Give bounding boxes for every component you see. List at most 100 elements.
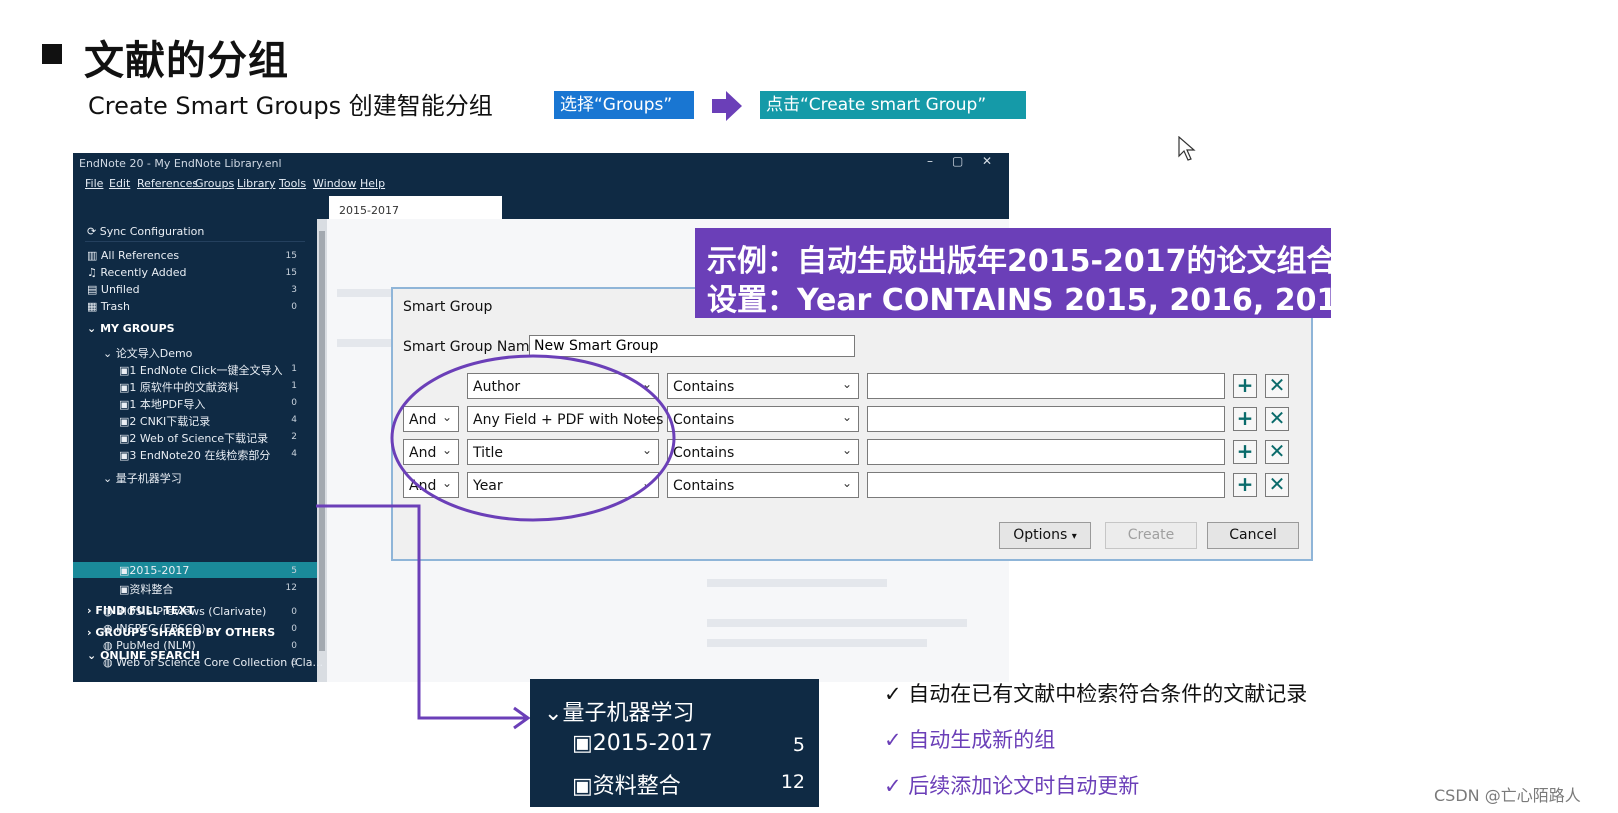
smart-group-icon: ▣ <box>572 731 593 756</box>
check-icon: ✓ <box>884 774 909 798</box>
sync-icon: ⟳ <box>87 225 97 238</box>
inset-count: 5 <box>792 734 805 756</box>
operator-select-row2[interactable]: Contains ⌄ <box>667 406 859 432</box>
remove-row-button[interactable]: ✕ <box>1265 440 1289 464</box>
chevron-down-icon: ⌄ <box>841 443 852 457</box>
chevron-down-icon: ⌄ <box>841 377 852 391</box>
group-item[interactable]: ▣2 CNKI下载记录 <box>119 413 210 429</box>
dialog-title: Smart Group <box>403 299 493 315</box>
group-icon: ▣ <box>119 449 130 462</box>
count: 3 <box>291 285 297 295</box>
sidebar-scrollbar[interactable] <box>317 219 327 682</box>
options-button[interactable]: Options ▾ <box>999 522 1091 549</box>
my-groups-header[interactable]: ⌄ MY GROUPS <box>87 322 175 335</box>
add-row-button[interactable]: + <box>1233 440 1257 464</box>
sidebar-item-all-references[interactable]: ▥ All References <box>87 249 179 262</box>
group-item[interactable]: ▣2 Web of Science下载记录 <box>119 430 268 446</box>
inset-group-ziliao: ▣资料整合 <box>572 774 681 799</box>
scroll-thumb[interactable] <box>319 231 325 651</box>
chevron-down-icon: ⌄ <box>87 649 97 662</box>
menu-tools[interactable]: Tools <box>279 177 306 190</box>
selected-row-highlight <box>73 562 317 578</box>
feature-item: ✓ 后续添加论文时自动更新 <box>884 774 1140 798</box>
count: 15 <box>285 268 297 278</box>
value-input-row3[interactable] <box>867 439 1225 465</box>
step-select-groups: 选择“Groups” <box>554 91 694 119</box>
create-button[interactable]: Create <box>1105 522 1197 549</box>
smart-group-2015-2017[interactable]: ▣2015-2017 <box>119 564 189 577</box>
feature-item: ✓ 自动在已有文献中检索符合条件的文献记录 <box>884 682 1308 706</box>
remove-row-button[interactable]: ✕ <box>1265 407 1289 431</box>
group-set-lunwen[interactable]: ⌄ 论文导入Demo <box>103 345 192 361</box>
slide-title: 文献的分组 <box>84 38 289 84</box>
close-window-button[interactable]: ✕ <box>982 154 992 168</box>
operator-select-row1[interactable]: Contains ⌄ <box>667 373 859 399</box>
group-item[interactable]: ▣1 本地PDF导入 <box>119 396 205 412</box>
menu-file[interactable]: File <box>85 177 103 190</box>
menu-library[interactable]: Library <box>237 177 275 190</box>
maximize-button[interactable]: ▢ <box>952 154 963 168</box>
operator-select-row3[interactable]: Contains ⌄ <box>667 439 859 465</box>
chevron-down-icon: ⌄ <box>544 701 563 726</box>
group-item[interactable]: ▣1 原软件中的文献资料 <box>119 379 239 395</box>
menu-groups[interactable]: Groups <box>195 177 234 190</box>
group-icon: ▣ <box>119 364 130 377</box>
group-icon: ▣ <box>119 381 130 394</box>
csdn-watermark: CSDN @亡心陌路人 <box>1434 786 1581 805</box>
online-search-header[interactable]: ⌄ ONLINE SEARCH <box>87 649 200 662</box>
operator-select-row4[interactable]: Contains ⌄ <box>667 472 859 498</box>
group-item[interactable]: ▣1 EndNote Click一键全文导入 <box>119 362 283 378</box>
remove-row-button[interactable]: ✕ <box>1265 374 1289 398</box>
zoomed-group-inset: ⌄量子机器学习 ▣2015-2017 5 ▣资料整合 12 <box>530 679 819 807</box>
sidebar-item-unfiled[interactable]: ▤ Unfiled <box>87 283 140 296</box>
count: 1 <box>291 364 297 374</box>
add-row-button[interactable]: + <box>1233 473 1257 497</box>
bell-icon: ♫ <box>87 266 97 279</box>
group-icon: ▣ <box>572 774 593 799</box>
count: 2 <box>291 432 297 442</box>
smart-group-icon: ▣ <box>119 564 130 577</box>
sidebar-item-recently-added[interactable]: ♫ Recently Added <box>87 266 187 279</box>
count: 5 <box>291 566 297 576</box>
group-set-quantum-ml[interactable]: ⌄ 量子机器学习 <box>103 470 182 486</box>
group-icon: ▣ <box>119 398 130 411</box>
cancel-button[interactable]: Cancel <box>1207 522 1299 549</box>
check-icon: ✓ <box>884 728 909 752</box>
chevron-right-icon: › <box>87 626 92 639</box>
chevron-down-icon: ⌄ <box>841 410 852 424</box>
chevron-down-icon: ⌄ <box>841 476 852 490</box>
group-icon: ▣ <box>119 583 130 596</box>
value-input-row1[interactable] <box>867 373 1225 399</box>
group-item-ziliao[interactable]: ▣资料整合 <box>119 581 173 597</box>
group-icon: ▣ <box>119 415 130 428</box>
remove-row-button[interactable]: ✕ <box>1265 473 1289 497</box>
value-input-row2[interactable] <box>867 406 1225 432</box>
menu-window[interactable]: Window <box>313 177 356 190</box>
add-row-button[interactable]: + <box>1233 374 1257 398</box>
value-input-row4[interactable] <box>867 472 1225 498</box>
count: 0 <box>291 302 297 312</box>
group-item[interactable]: ▣3 EndNote20 在线检索部分 <box>119 447 270 463</box>
faint-row <box>707 579 887 587</box>
menu-help[interactable]: Help <box>360 177 385 190</box>
sidebar-item-trash[interactable]: ▦ Trash <box>87 300 130 313</box>
menu-references[interactable]: References <box>137 177 198 190</box>
divider <box>85 241 305 242</box>
faint-row <box>707 619 967 627</box>
add-row-button[interactable]: + <box>1233 407 1257 431</box>
book-icon: ▥ <box>87 249 98 262</box>
banner-line2: 设置：Year CONTAINS 2015, 2016, 2017 <box>707 283 1359 318</box>
window-title: EndNote 20 - My EndNote Library.enl <box>79 157 282 170</box>
groups-sidebar: ⟳ Sync Configuration ▥ All References 15… <box>73 219 317 682</box>
groups-shared-header[interactable]: › GROUPS SHARED BY OTHERS <box>87 626 275 639</box>
slide-subtitle: Create Smart Groups 创建智能分组 <box>88 92 493 120</box>
sync-configuration[interactable]: ⟳ Sync Configuration <box>87 225 204 238</box>
trash-icon: ▦ <box>87 300 98 313</box>
find-full-text-header[interactable]: › FIND FULL TEXT <box>87 604 194 617</box>
check-icon: ✓ <box>884 682 909 706</box>
minimize-button[interactable]: – <box>927 154 933 168</box>
count: 12 <box>285 583 297 593</box>
menu-edit[interactable]: Edit <box>109 177 130 190</box>
title-bullet <box>42 44 62 64</box>
highlight-ellipse <box>390 354 676 522</box>
